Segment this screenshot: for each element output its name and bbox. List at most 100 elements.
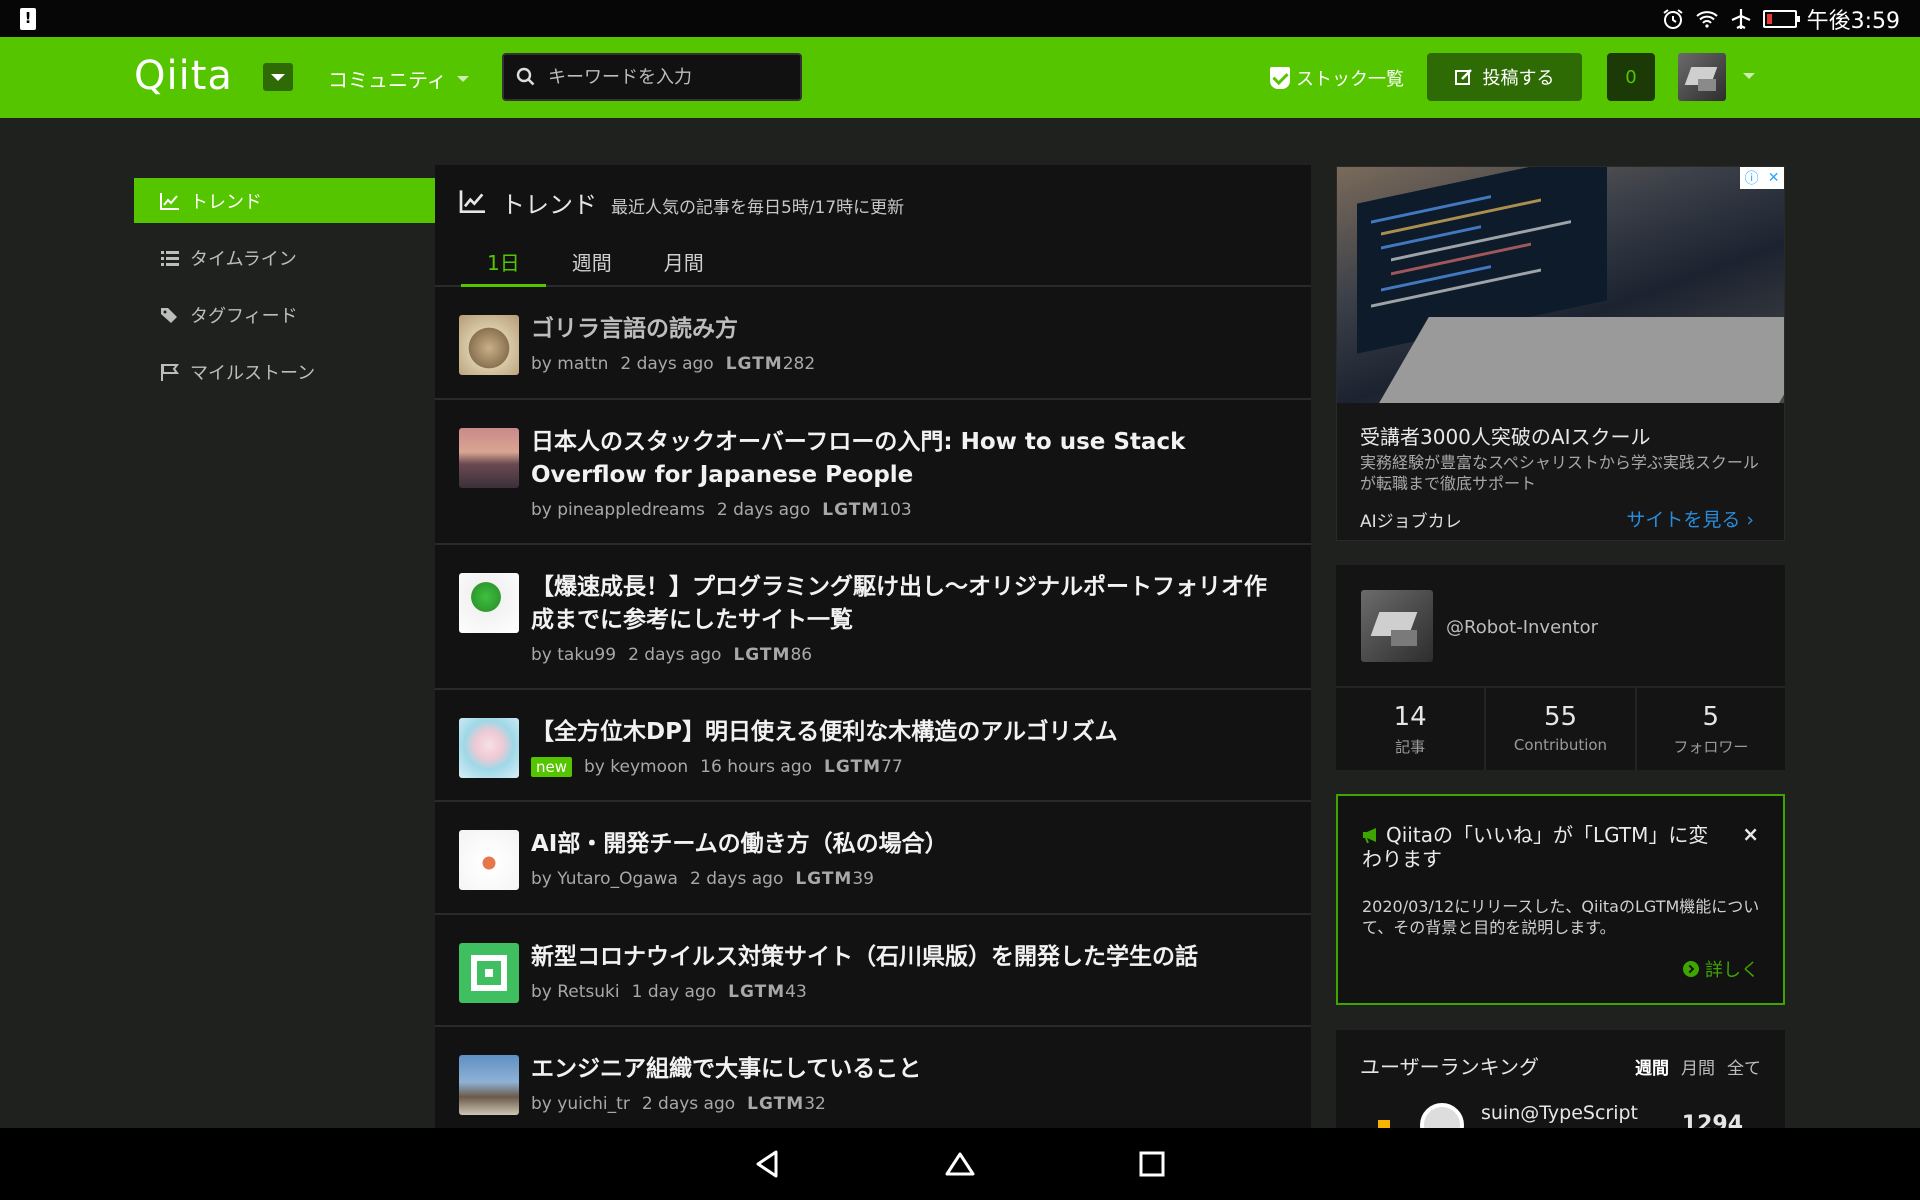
article-author[interactable]: by Yutaro_Ogawa bbox=[531, 869, 678, 889]
article-title[interactable]: 【爆速成長！】プログラミング駆け出し〜オリジナルポートフォリオ作成までに参考にし… bbox=[531, 571, 1287, 637]
sidebar-item-tagfeed[interactable]: タグフィード bbox=[134, 292, 435, 337]
lgtm-count: LGTM103 bbox=[822, 500, 911, 520]
author-avatar[interactable] bbox=[459, 718, 519, 778]
article-item[interactable]: 【全方位木DP】明日使える便利な木構造のアルゴリズム new by keymoo… bbox=[435, 690, 1311, 802]
trend-chart-icon bbox=[160, 192, 179, 210]
author-avatar[interactable] bbox=[459, 1055, 519, 1115]
back-icon[interactable] bbox=[750, 1146, 786, 1182]
ranking-tabs: 週間 月間 全て bbox=[1635, 1054, 1761, 1079]
announcement-more-label: 詳しく bbox=[1705, 960, 1759, 981]
search-box[interactable] bbox=[502, 53, 802, 101]
new-badge: new bbox=[531, 757, 573, 777]
article-title[interactable]: 【全方位木DP】明日使える便利な木構造のアルゴリズム bbox=[531, 716, 1287, 749]
stat-articles[interactable]: 14 記事 bbox=[1336, 688, 1487, 770]
ad-image[interactable] bbox=[1337, 167, 1784, 403]
author-avatar[interactable] bbox=[459, 943, 519, 1003]
user-avatar[interactable] bbox=[1678, 53, 1726, 101]
tab-ranking-monthly[interactable]: 月間 bbox=[1681, 1054, 1715, 1079]
article-title[interactable]: エンジニア組織で大事にしていること bbox=[531, 1053, 1287, 1086]
author-avatar[interactable] bbox=[459, 573, 519, 633]
info-icon[interactable]: ⓘ bbox=[1745, 168, 1759, 188]
tab-ranking-weekly[interactable]: 週間 bbox=[1635, 1054, 1669, 1079]
article-author[interactable]: by Retsuki bbox=[531, 982, 620, 1002]
article-title[interactable]: ゴリラ言語の読み方 bbox=[531, 313, 1287, 346]
lgtm-value: 39 bbox=[852, 869, 874, 889]
ad-choices[interactable]: ⓘ ✕ bbox=[1740, 167, 1784, 189]
ad-laptop-keyboard bbox=[1365, 317, 1784, 403]
ad-visit-link[interactable]: サイトを見る › bbox=[1626, 505, 1754, 532]
period-tabs: 1日 週間 月間 bbox=[461, 247, 730, 287]
wifi-icon bbox=[1695, 10, 1718, 28]
ranking-user-avatar[interactable] bbox=[1420, 1103, 1464, 1130]
article-item[interactable]: エンジニア組織で大事にしていること by yuichi_tr 2 days ag… bbox=[435, 1027, 1311, 1130]
list-icon bbox=[161, 250, 179, 266]
edit-icon bbox=[1454, 69, 1472, 85]
sidebar-item-label: マイルストーン bbox=[190, 362, 316, 384]
author-avatar[interactable] bbox=[459, 428, 519, 488]
stock-list-label: ストック一覧 bbox=[1296, 69, 1404, 90]
author-avatar[interactable] bbox=[459, 315, 519, 375]
stat-contribution[interactable]: 55 Contribution bbox=[1486, 688, 1637, 770]
close-icon[interactable]: ✕ bbox=[1768, 170, 1780, 186]
profile-card: @Robot-Inventor 14 記事 55 Contribution 5 … bbox=[1336, 565, 1785, 770]
chevron-down-icon bbox=[456, 75, 469, 82]
lgtm-count: LGTM32 bbox=[747, 1094, 826, 1114]
stat-followers[interactable]: 5 フォロワー bbox=[1637, 688, 1785, 770]
profile-avatar[interactable] bbox=[1361, 590, 1433, 662]
article-time: 2 days ago bbox=[628, 645, 722, 665]
ad-link-label: サイトを見る bbox=[1626, 509, 1741, 531]
community-menu[interactable]: コミュニティ bbox=[328, 64, 469, 93]
chevron-down-icon[interactable] bbox=[1743, 73, 1755, 79]
tab-ranking-all[interactable]: 全て bbox=[1727, 1054, 1761, 1079]
article-author[interactable]: by keymoon bbox=[584, 757, 688, 777]
article-title[interactable]: 日本人のスタックオーバーフローの入門: How to use Stack Ove… bbox=[531, 426, 1287, 492]
article-author[interactable]: by pineappledreams bbox=[531, 500, 705, 520]
sidebar-nav: トレンド タイムライン タグフィード マイルストーン bbox=[134, 178, 435, 406]
announcement-more-link[interactable]: 詳しく bbox=[1683, 956, 1759, 982]
lgtm-label: LGTM bbox=[733, 645, 791, 665]
home-icon[interactable] bbox=[942, 1146, 978, 1182]
author-avatar[interactable] bbox=[459, 830, 519, 890]
stock-check-icon bbox=[1270, 67, 1290, 89]
tab-weekly[interactable]: 週間 bbox=[546, 247, 638, 287]
article-title[interactable]: 新型コロナウイルス対策サイト（石川県版）を開発した学生の話 bbox=[531, 941, 1287, 974]
recent-apps-icon[interactable] bbox=[1134, 1146, 1170, 1182]
article-item[interactable]: 【爆速成長！】プログラミング駆け出し〜オリジナルポートフォリオ作成までに参考にし… bbox=[435, 545, 1311, 690]
article-time: 2 days ago bbox=[689, 869, 784, 889]
lgtm-value: 282 bbox=[782, 354, 816, 374]
app-header: Qiita コミュニティ ストック一覧 投稿する 0 bbox=[0, 37, 1920, 118]
sidebar-item-milestone[interactable]: マイルストーン bbox=[134, 349, 435, 394]
stat-label: Contribution bbox=[1513, 736, 1608, 754]
profile-username[interactable]: @Robot-Inventor bbox=[1446, 617, 1598, 638]
article-author[interactable]: by mattn bbox=[531, 354, 608, 374]
ranking-user-name[interactable]: suin@TypeScript bbox=[1481, 1102, 1638, 1124]
ad-card[interactable]: ⓘ ✕ 受講者3000人突破のAIスクール 実務経験が豊富なスペシャリストから学… bbox=[1336, 166, 1785, 541]
post-article-label: 投稿する bbox=[1482, 68, 1555, 89]
close-icon[interactable]: × bbox=[1742, 822, 1759, 846]
stock-list-link[interactable]: ストック一覧 bbox=[1270, 65, 1404, 91]
notification-button[interactable]: 0 bbox=[1607, 53, 1655, 101]
sidebar-item-trend[interactable]: トレンド bbox=[134, 178, 435, 223]
sidebar-item-timeline[interactable]: タイムライン bbox=[134, 235, 435, 280]
article-title[interactable]: AI部・開発チームの働き方（私の場合） bbox=[531, 828, 1287, 861]
ad-title[interactable]: 受講者3000人突破のAIスクール bbox=[1360, 421, 1650, 450]
qiita-logo[interactable]: Qiita bbox=[134, 53, 233, 99]
search-input[interactable] bbox=[548, 66, 788, 88]
stat-value: 14 bbox=[1393, 702, 1427, 732]
post-article-button[interactable]: 投稿する bbox=[1427, 53, 1582, 101]
logo-dropdown-button[interactable] bbox=[263, 63, 293, 91]
lgtm-label: LGTM bbox=[725, 354, 783, 374]
article-item[interactable]: AI部・開発チームの働き方（私の場合） by Yutaro_Ogawa 2 da… bbox=[435, 802, 1311, 915]
article-item[interactable]: ゴリラ言語の読み方 by mattn 2 days ago LGTM282 bbox=[435, 287, 1311, 400]
article-author[interactable]: by taku99 bbox=[531, 645, 616, 665]
lgtm-label: LGTM bbox=[822, 500, 880, 520]
article-item[interactable]: 新型コロナウイルス対策サイト（石川県版）を開発した学生の話 by Retsuki… bbox=[435, 915, 1311, 1027]
stat-label: フォロワー bbox=[1673, 738, 1749, 756]
article-item[interactable]: 日本人のスタックオーバーフローの入門: How to use Stack Ove… bbox=[435, 400, 1311, 545]
lgtm-count: LGTM39 bbox=[795, 869, 874, 889]
article-author[interactable]: by yuichi_tr bbox=[531, 1094, 630, 1114]
tab-monthly[interactable]: 月間 bbox=[638, 247, 730, 287]
battery-alert-icon bbox=[20, 8, 36, 30]
lgtm-value: 32 bbox=[804, 1094, 826, 1114]
tab-daily[interactable]: 1日 bbox=[461, 247, 546, 287]
